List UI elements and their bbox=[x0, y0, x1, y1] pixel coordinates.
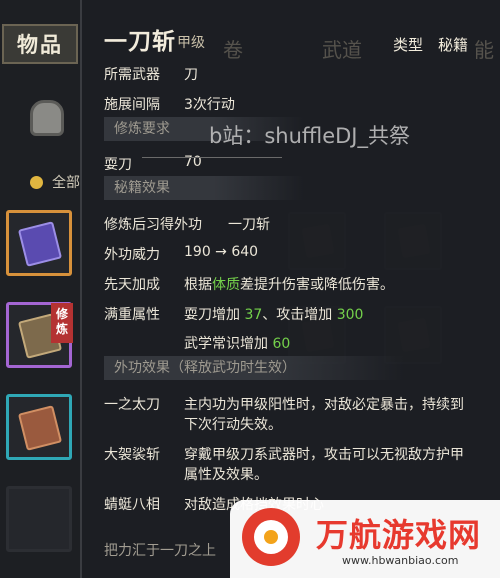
innate-prefix: 根据 bbox=[184, 277, 212, 293]
effect-1-line-2: 下次行动失效。 bbox=[184, 417, 282, 433]
effect-2-label: 大袈裟斩 bbox=[104, 447, 160, 463]
skill-grade: 甲级 bbox=[177, 35, 205, 51]
cast-interval-label: 施展间隔 bbox=[104, 97, 160, 113]
section-effects: 秘籍效果 bbox=[104, 176, 304, 200]
helmet-icon[interactable] bbox=[30, 100, 64, 136]
inventory-sidebar: 物品 全部 修炼 bbox=[0, 0, 82, 578]
mastery-a-text: 耍刀增加 bbox=[184, 307, 240, 323]
training-tag: 修炼 bbox=[51, 303, 73, 343]
skill-requirement-label: 耍刀 bbox=[104, 157, 132, 173]
filter-all-label[interactable]: 全部 bbox=[52, 172, 80, 192]
mastery-line-2: 武学常识增加 60 bbox=[184, 333, 290, 353]
item-slot-3[interactable] bbox=[6, 394, 72, 460]
effect-2-line-2: 属性及效果。 bbox=[184, 467, 268, 483]
mastery-c-text: 武学常识增加 bbox=[184, 336, 268, 352]
watermark: b站：shuffleDJ_共祭 bbox=[209, 124, 410, 148]
learn-value: 一刀斩 bbox=[228, 217, 270, 233]
skill-title: 一刀斩 bbox=[104, 29, 176, 55]
site-logo-icon bbox=[242, 508, 300, 566]
site-logo-name: 万航游戏网 bbox=[316, 516, 482, 554]
manual-book-icon bbox=[17, 221, 63, 267]
item-slot-4[interactable] bbox=[6, 486, 72, 552]
mastery-line-1: 耍刀增加 37、攻击增加 300 bbox=[184, 304, 363, 324]
tab-items[interactable]: 物品 bbox=[2, 24, 78, 64]
mastery-label: 满重属性 bbox=[104, 307, 160, 323]
cast-interval-value: 3次行动 bbox=[184, 97, 235, 113]
item-slot-2[interactable]: 修炼 bbox=[6, 302, 73, 368]
background-tab-martial[interactable]: 武道 bbox=[322, 34, 362, 63]
tab-items-label: 物品 bbox=[17, 33, 63, 57]
site-logo-badge: 万航游戏网 www.hbwanbiao.com bbox=[230, 500, 500, 578]
mastery-c-value: 60 bbox=[272, 336, 291, 352]
skill-flavor-text: 把力汇于一刀之上 bbox=[104, 543, 216, 559]
power-label: 外功威力 bbox=[104, 247, 160, 263]
effect-1-line-1: 主内功为甲级阳性时，对敌必定暴击，持续到 bbox=[184, 397, 464, 413]
requirement-divider bbox=[142, 157, 282, 158]
learn-label: 修炼后习得外功 bbox=[104, 217, 202, 233]
type-value: 秘籍 bbox=[438, 36, 469, 54]
site-logo-url: www.hbwanbiao.com bbox=[342, 554, 459, 567]
filter-radio-icon[interactable] bbox=[30, 176, 43, 189]
section-external: 外功效果（释放武功时生效） bbox=[104, 356, 404, 380]
required-weapon-label: 所需武器 bbox=[104, 67, 160, 83]
effect-1-label: 一之太刀 bbox=[104, 397, 160, 413]
innate-suffix: 差提升伤害或降低伤害。 bbox=[240, 277, 394, 293]
innate-attribute: 体质 bbox=[212, 277, 240, 293]
background-tab: 卷 bbox=[223, 38, 243, 62]
required-weapon-value: 刀 bbox=[184, 67, 198, 83]
effect-3-label: 蜻蜓八相 bbox=[104, 497, 160, 513]
mastery-b-text: 、攻击增加 bbox=[262, 307, 333, 323]
mastery-b-value: 300 bbox=[336, 307, 364, 323]
background-tab-ability[interactable]: 能 bbox=[474, 34, 494, 63]
skill-tooltip: 卷 武道 能 一刀斩 甲级 类型 秘籍 所需武器 刀 施展间隔 3次行动 修炼要… bbox=[80, 0, 500, 578]
innate-label: 先天加成 bbox=[104, 277, 160, 293]
power-value: 190 → 640 bbox=[184, 244, 259, 260]
innate-description: 根据体质差提升伤害或降低伤害。 bbox=[184, 274, 394, 294]
type-label: 类型 bbox=[393, 36, 424, 54]
item-slot-1[interactable] bbox=[6, 210, 72, 276]
manual-book-icon bbox=[17, 405, 63, 451]
mastery-a-value: 37 bbox=[244, 307, 263, 323]
effect-2-line-1: 穿戴甲级刀系武器时，攻击可以无视敌方护甲 bbox=[184, 447, 464, 463]
